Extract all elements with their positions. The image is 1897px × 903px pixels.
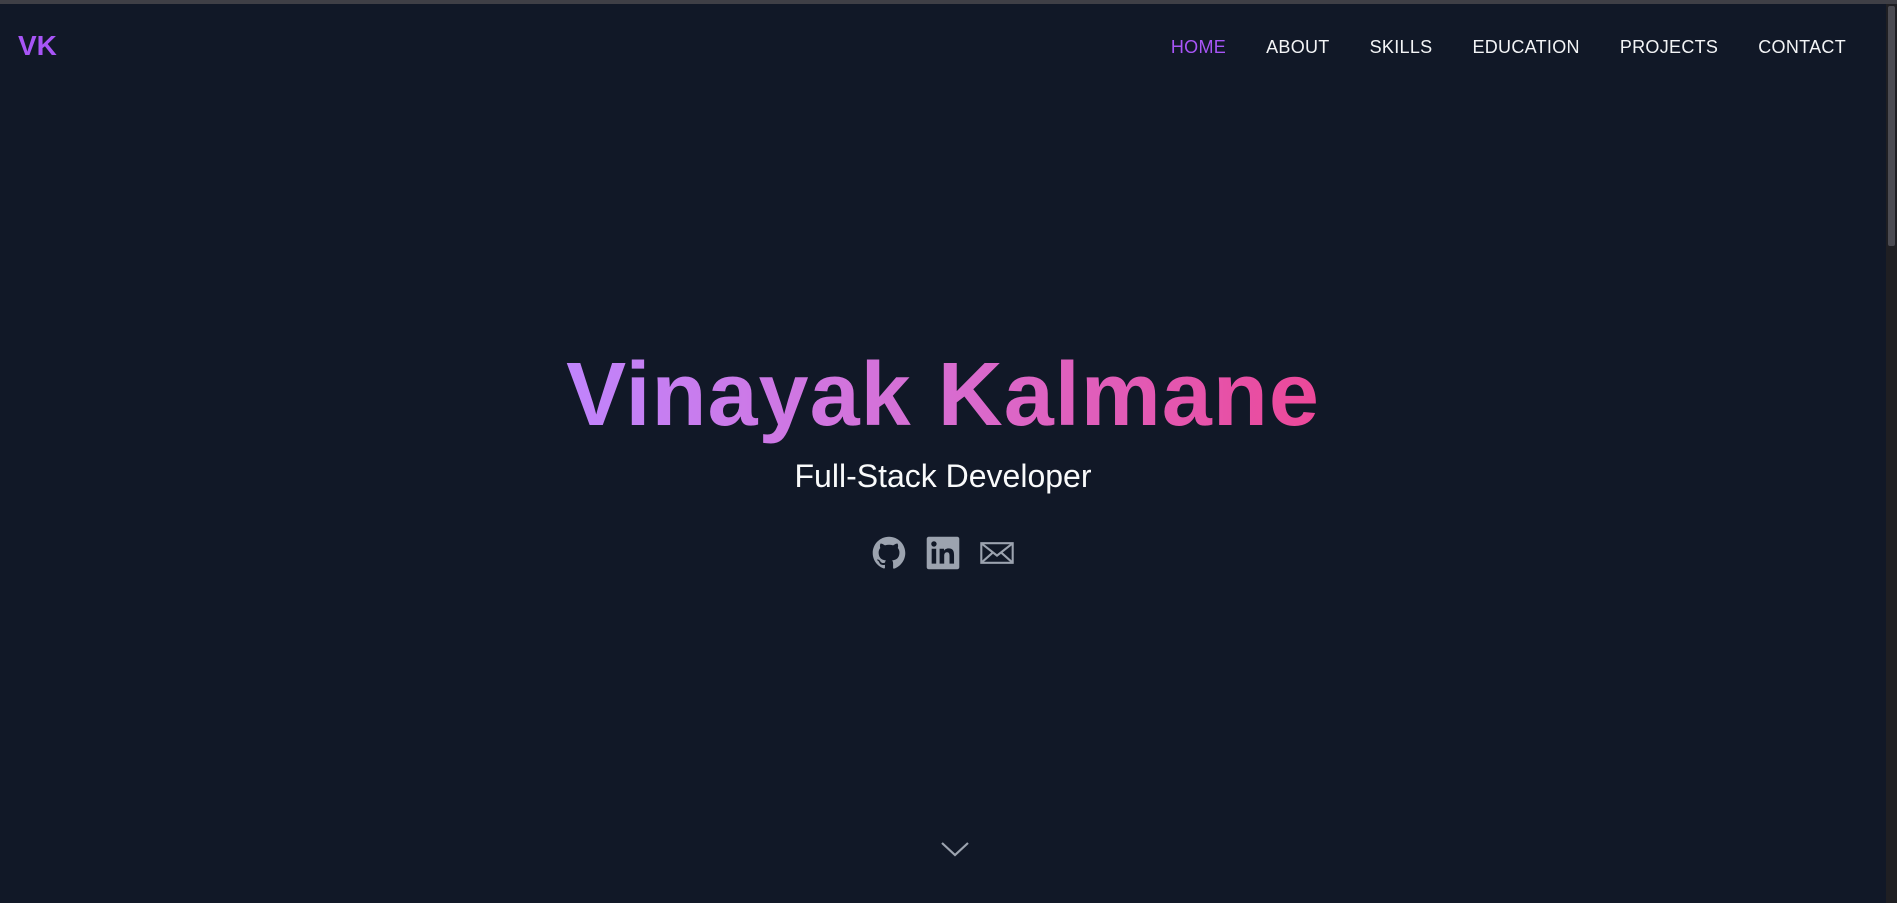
linkedin-link[interactable]: [926, 536, 960, 570]
page: VK HOME ABOUT SKILLS EDUCATION PROJECTS …: [0, 4, 1886, 903]
nav-item-about[interactable]: ABOUT: [1266, 35, 1330, 59]
scroll-down-button[interactable]: [940, 838, 970, 860]
linkedin-icon: [926, 536, 960, 570]
nav-item-contact[interactable]: CONTACT: [1758, 35, 1846, 59]
social-links: [0, 536, 1886, 570]
hero-name-text: Vinayak Kalmane: [566, 345, 1320, 445]
github-link[interactable]: [872, 536, 906, 570]
chevron-down-icon: [941, 842, 969, 857]
main-nav: HOME ABOUT SKILLS EDUCATION PROJECTS CON…: [1131, 35, 1846, 59]
site-logo[interactable]: VK: [18, 30, 57, 62]
nav-item-education[interactable]: EDUCATION: [1472, 35, 1579, 59]
nav-item-projects[interactable]: PROJECTS: [1620, 35, 1718, 59]
mail-icon: [980, 542, 1014, 564]
scrollbar[interactable]: [1886, 4, 1897, 903]
email-link[interactable]: [980, 536, 1014, 570]
nav-item-home[interactable]: HOME: [1171, 35, 1226, 59]
hero-name: Vinayak Kalmane: [0, 340, 1886, 450]
hero-role: Full-Stack Developer: [794, 458, 1092, 494]
nav-item-skills[interactable]: SKILLS: [1370, 35, 1433, 59]
github-icon: [872, 536, 906, 569]
scrollbar-thumb[interactable]: [1888, 6, 1895, 246]
